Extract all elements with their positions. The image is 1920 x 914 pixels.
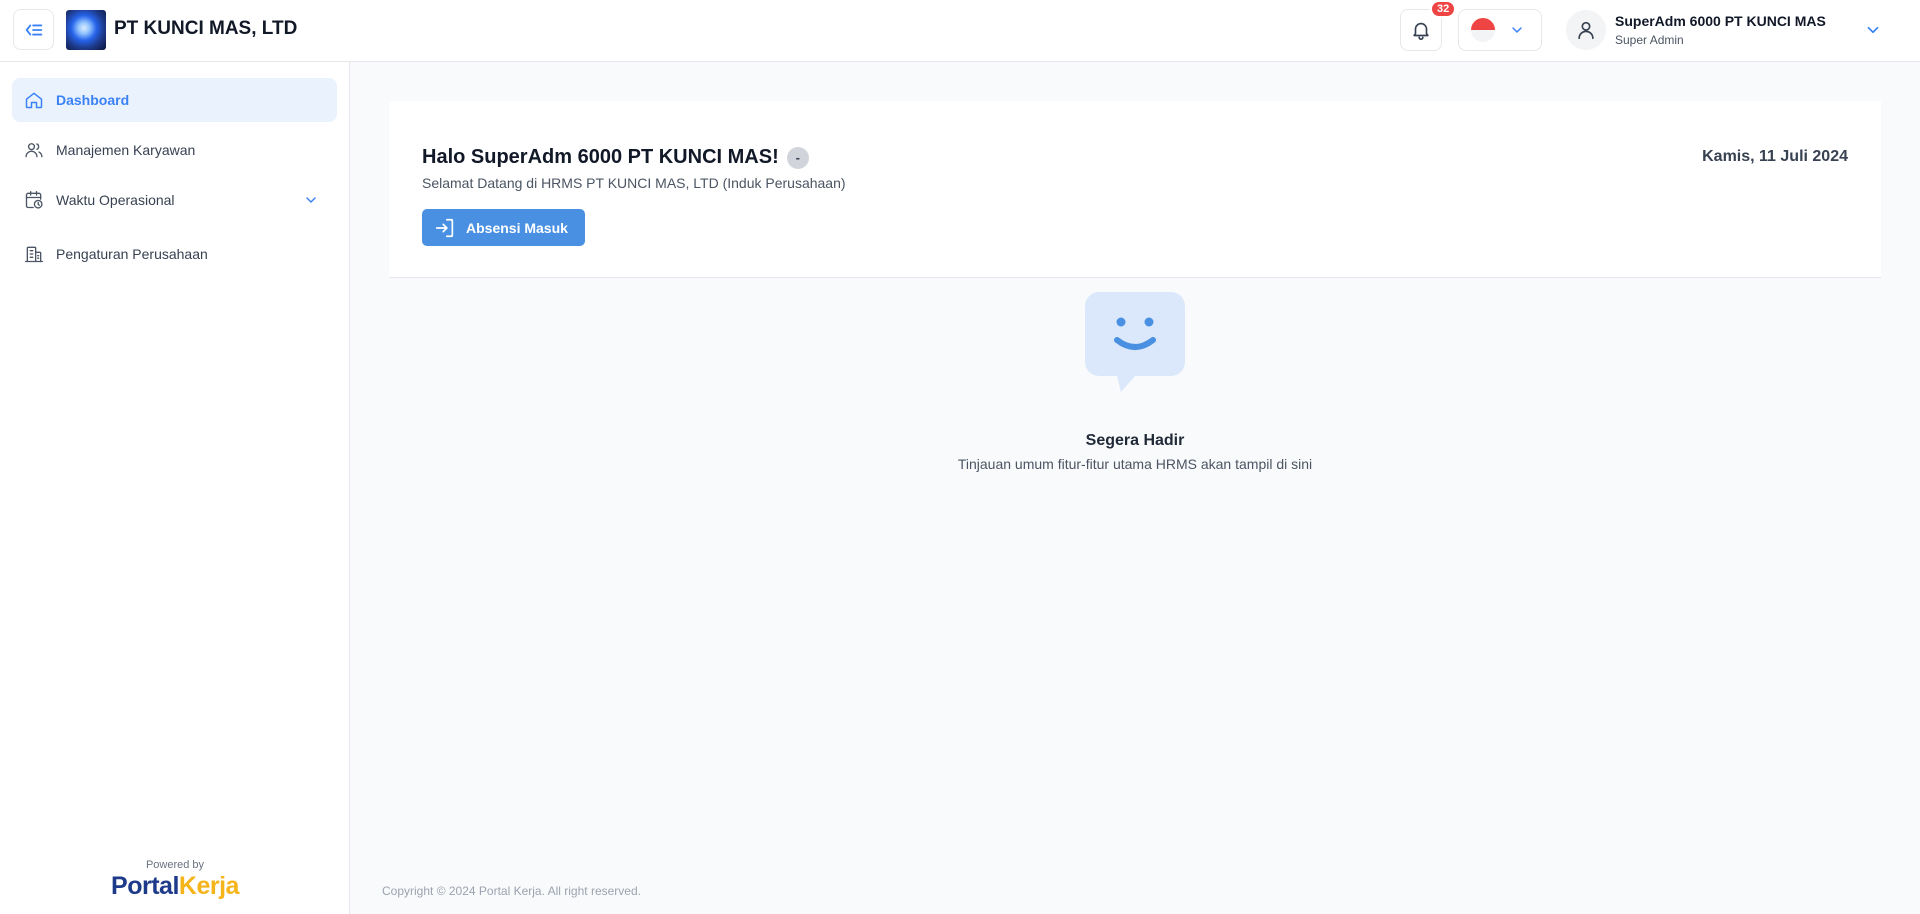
sidebar-item-label: Pengaturan Perusahaan	[56, 246, 208, 262]
sidebar-item-pengaturan-perusahaan[interactable]: Pengaturan Perusahaan	[12, 232, 337, 276]
greeting-heading: Halo SuperAdm 6000 PT KUNCI MAS! -	[422, 146, 809, 169]
user-icon	[1578, 21, 1594, 40]
portalkerja-logo: PortalKerja	[0, 872, 350, 901]
welcome-card: Halo SuperAdm 6000 PT KUNCI MAS! - Selam…	[389, 101, 1881, 278]
empty-state-description: Tinjauan umum fitur-fitur utama HRMS aka…	[957, 456, 1313, 472]
top-header: PT KUNCI MAS, LTD 32 SuperAdm 6000 PT KU…	[0, 0, 1920, 62]
smiley-chat-icon	[1085, 292, 1185, 392]
absensi-masuk-button[interactable]: Absensi Masuk	[422, 209, 585, 246]
brand-part-kerja: Kerja	[178, 872, 240, 900]
sidebar-item-waktu-operasional[interactable]: Waktu Operasional	[12, 178, 337, 222]
sidebar-item-dashboard[interactable]: Dashboard	[12, 78, 337, 122]
absensi-masuk-label: Absensi Masuk	[466, 219, 568, 236]
sidebar-item-manajemen-karyawan[interactable]: Manajemen Karyawan	[12, 128, 337, 172]
company-name: PT KUNCI MAS, LTD	[114, 18, 298, 39]
brand-part-portal: Portal	[111, 872, 179, 900]
user-role: Super Admin	[1615, 33, 1684, 47]
indonesia-flag-icon	[1471, 18, 1495, 42]
copyright-footer: Copyright © 2024 Portal Kerja. All right…	[382, 884, 641, 898]
sidebar-item-label: Dashboard	[56, 92, 130, 108]
users-icon	[25, 143, 43, 158]
user-name[interactable]: SuperAdm 6000 PT KUNCI MAS	[1615, 13, 1826, 29]
building-icon	[25, 246, 43, 263]
empty-state-title: Segera Hadir	[1085, 432, 1185, 449]
greeting-text: Halo SuperAdm 6000 PT KUNCI MAS!	[422, 146, 779, 168]
login-icon	[435, 218, 454, 237]
sidebar-item-label: Waktu Operasional	[56, 192, 175, 208]
sidebar-collapse-button[interactable]	[13, 9, 54, 50]
status-badge: -	[786, 146, 809, 169]
sidebar-item-label: Manajemen Karyawan	[56, 142, 196, 158]
company-logo	[66, 10, 106, 50]
user-avatar[interactable]	[1566, 10, 1606, 50]
user-menu-chevron-icon[interactable]	[1864, 21, 1882, 39]
bell-icon	[1413, 22, 1429, 40]
powered-by-label: Powered by	[145, 859, 205, 871]
language-selector[interactable]	[1458, 9, 1542, 51]
welcome-subtitle: Selamat Datang di HRMS PT KUNCI MAS, LTD…	[422, 175, 846, 191]
chevron-down-icon[interactable]	[303, 192, 319, 208]
chevron-down-icon	[1512, 27, 1522, 33]
current-date: Kamis, 11 Juli 2024	[1702, 148, 1848, 165]
notification-count-badge: 32	[1430, 0, 1457, 18]
home-icon	[25, 92, 43, 109]
sidebar: Dashboard Manajemen Karyawan Waktu Opera…	[0, 62, 350, 914]
collapse-menu-icon	[25, 23, 42, 35]
calendar-clock-icon	[25, 191, 43, 209]
